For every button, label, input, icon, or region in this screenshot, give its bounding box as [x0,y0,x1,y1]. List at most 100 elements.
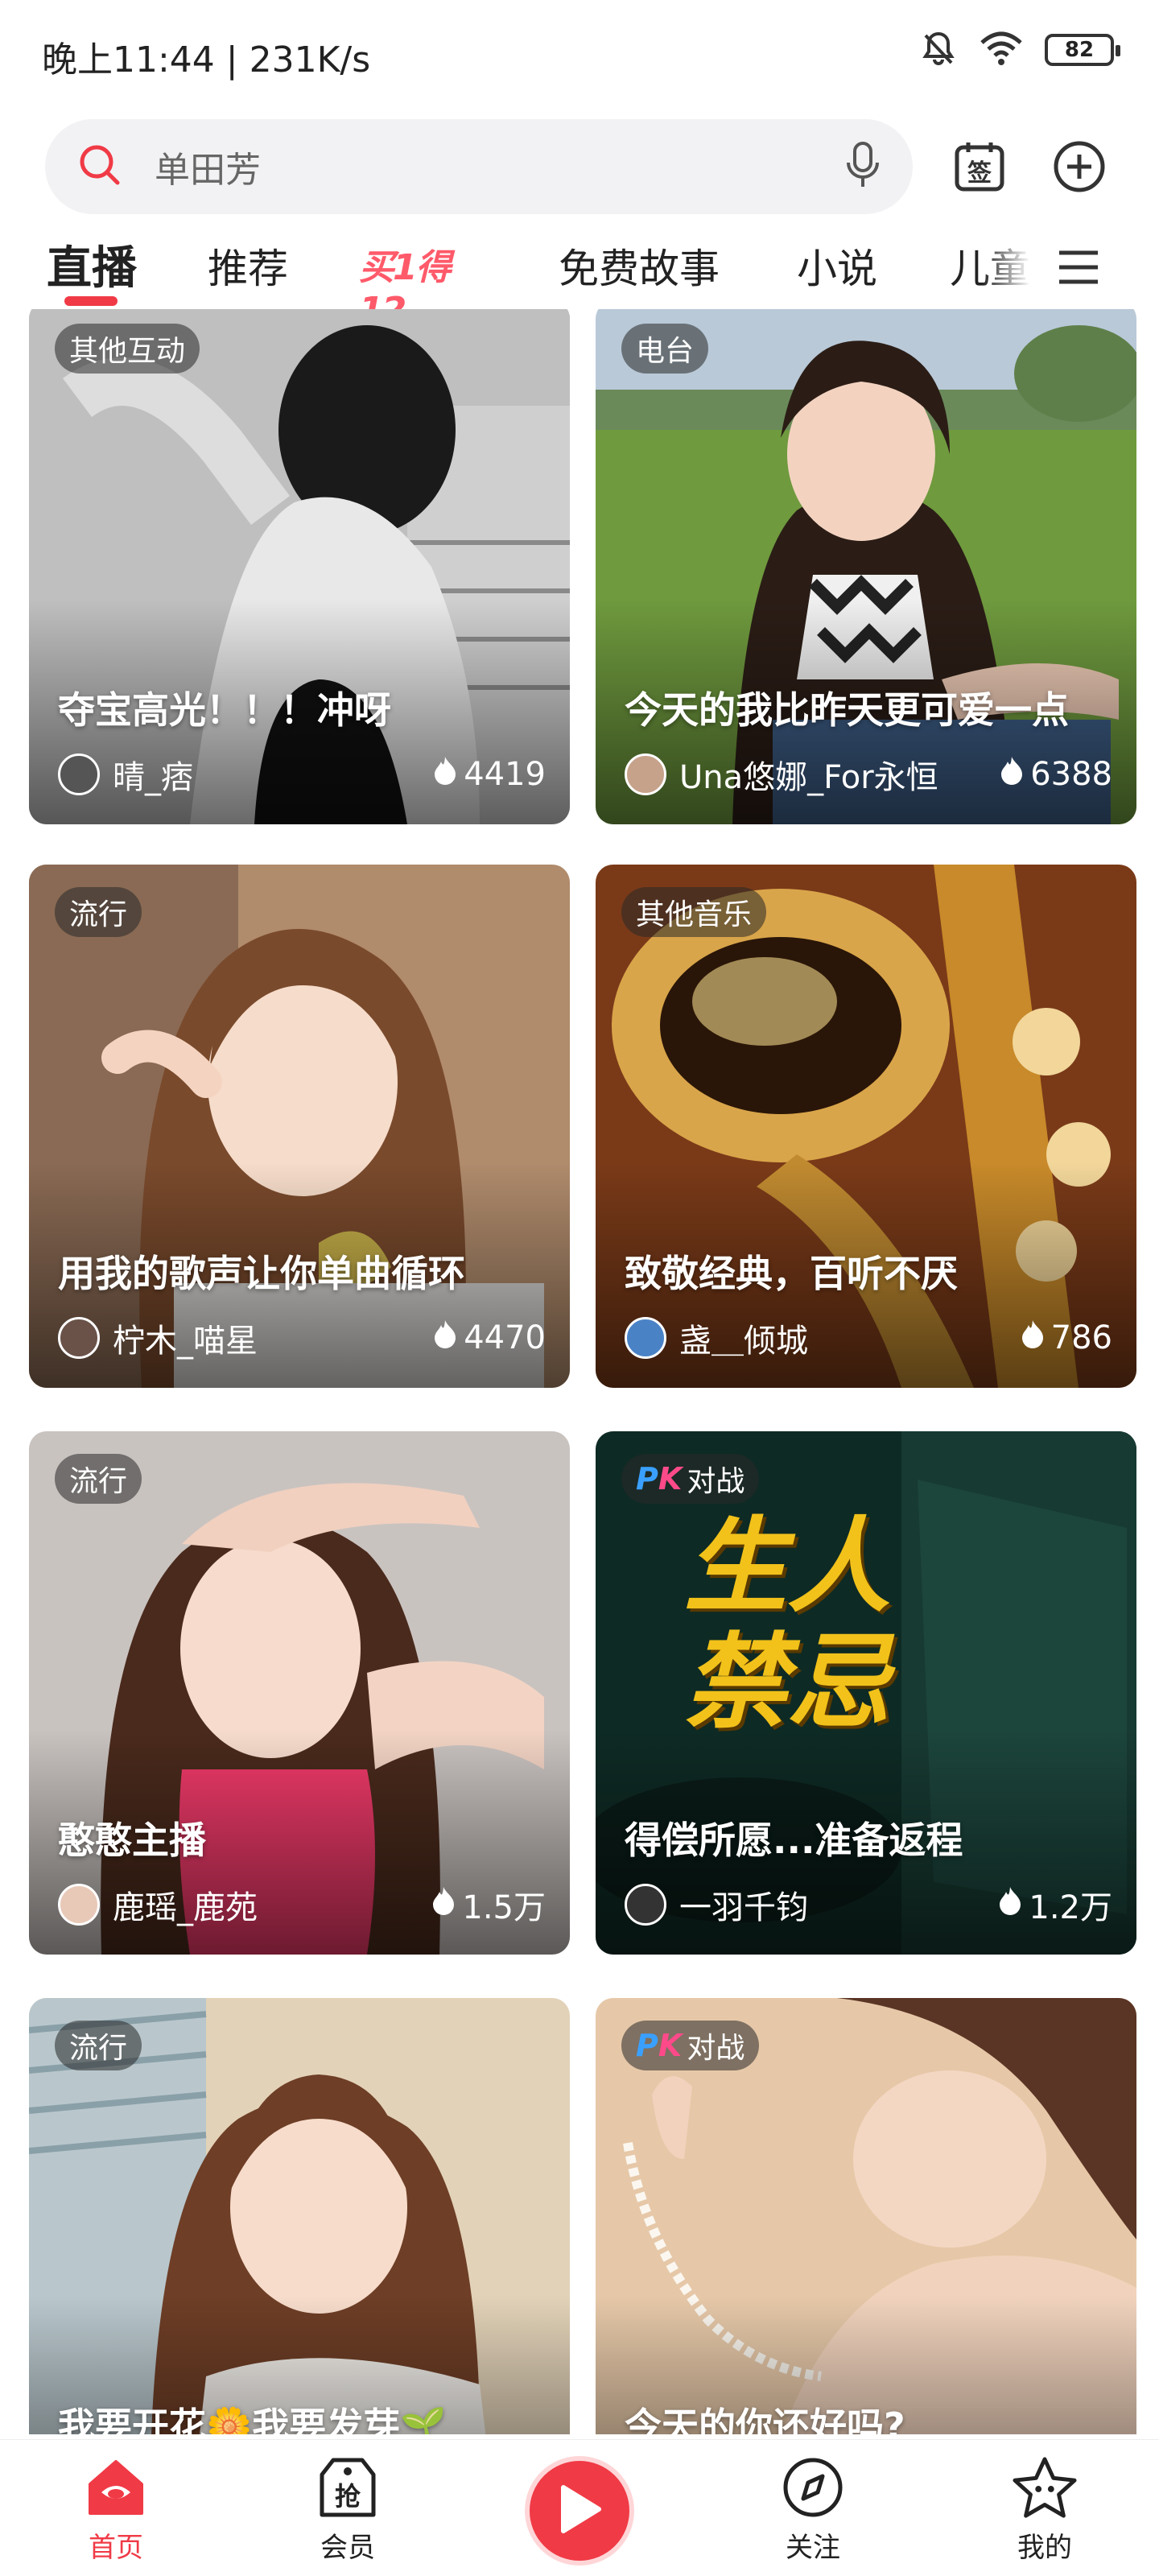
card-category-tag: PK 对战 [621,1454,760,1504]
card-heat-value: 6388 [1030,756,1112,793]
battery-indicator: 82 [1045,34,1120,66]
avatar [58,1317,100,1359]
search-placeholder: 单田芳 [155,150,261,191]
card-heat-value: 1.5万 [462,1889,546,1926]
card-category-tag: 流行 [55,1454,142,1504]
poster-title: 生人禁忌 [684,1506,891,1743]
mute-bell-icon [919,29,958,71]
nav-label: 会员 [320,2532,375,2564]
tab-free-stories[interactable]: 免费故事 [559,237,720,295]
home-icon [83,2454,149,2520]
card-heat-value: 4470 [464,1319,546,1356]
add-icon[interactable] [1050,137,1109,196]
card-category-tag: 流行 [55,2021,142,2070]
flame-icon [998,1885,1022,1924]
card-title: 憨憨主播 [58,1818,206,1862]
card-footer: Una悠娜_For永恒 6388 [625,752,1112,797]
card-heat: 4419 [433,755,546,794]
card-heat-value: 786 [1050,1319,1112,1356]
flame-icon [1021,1319,1045,1357]
pk-icon: PK [636,2028,683,2063]
tab-novels[interactable]: 小说 [797,237,877,295]
flame-icon [431,1885,456,1924]
card-title: 今天的我比昨天更可爱一点 [625,688,1069,732]
svg-text:签: 签 [967,159,992,188]
live-card[interactable]: 其他音乐 致敬经典，百听不厌 盏＿倾城 786 [596,865,1136,1388]
card-title: 我要开花🌼我要发芽🌱 [58,2405,447,2434]
live-room-grid: 其他互动 夺宝高光！！！冲呀 晴_痞 4419 电台 今天的我比昨天更可爱一点 … [0,309,1159,2434]
flame-icon [1000,755,1024,794]
live-card[interactable]: 流行 我要开花🌼我要发芽🌱 [29,1998,570,2434]
card-category-tag: 其他互动 [55,324,200,374]
card-category-tag: 其他音乐 [621,887,767,937]
card-category-tag: 电台 [621,324,709,374]
card-footer: 柠木_喵星 4470 [58,1315,546,1360]
live-card[interactable]: PK 对战 今天的你还好吗? [596,1998,1136,2434]
card-heat: 786 [1021,1319,1112,1357]
svg-text:抢: 抢 [335,2481,361,2512]
status-time: 晚上11:44 | 231K/s [42,39,371,80]
card-heat: 1.2万 [998,1881,1112,1928]
live-card[interactable]: 电台 今天的我比昨天更可爱一点 Una悠娜_For永恒 6388 [596,309,1136,824]
bottom-nav: 首页 抢 会员 关注 我的 [0,2439,1159,2576]
sign-in-calendar-icon[interactable]: 签 [950,137,1009,196]
card-tag-label: 对战 [687,1465,745,1498]
nav-label: 关注 [786,2532,840,2564]
card-footer: 鹿瑶_鹿苑 1.5万 [58,1882,546,1927]
play-icon [555,2483,604,2539]
card-host-name: 晴_痞 [113,759,193,796]
pk-icon: PK [636,1461,683,1496]
flame-icon [433,755,457,794]
status-icons: 82 [919,29,1120,71]
avatar [58,1884,100,1926]
nav-home[interactable]: 首页 [52,2454,180,2575]
microphone-icon[interactable] [845,142,881,192]
star-face-icon [1012,2454,1078,2520]
card-heat-value: 1.2万 [1029,1889,1112,1926]
nav-follow[interactable]: 关注 [749,2454,877,2575]
tab-promo[interactable]: 买1得12 [359,237,488,331]
search-input[interactable]: 单田芳 [45,119,913,214]
card-title: 用我的歌声让你单曲循环 [58,1252,465,1295]
nav-label: 我的 [1017,2532,1072,2564]
card-title: 夺宝高光！！！冲呀 [58,688,391,732]
nav-me[interactable]: 我的 [980,2454,1109,2575]
tab-active-indicator [64,296,118,306]
card-title: 今天的你还好吗? [625,2405,905,2434]
avatar [625,753,666,795]
avatar [625,1884,666,1926]
nav-vip[interactable]: 抢 会员 [283,2454,412,2575]
live-card[interactable]: 流行 憨憨主播 鹿瑶_鹿苑 1.5万 [29,1431,570,1955]
card-category-tag: 流行 [55,887,142,937]
card-footer: 盏＿倾城 786 [625,1315,1112,1360]
card-host-name: Una悠娜_For永恒 [679,759,938,796]
nav-label: 首页 [89,2532,143,2564]
tab-fade [982,225,1030,309]
card-host-name: 鹿瑶_鹿苑 [113,1889,258,1926]
search-row: 单田芳 签 [0,119,1159,214]
tab-live[interactable]: 直播 [47,232,137,297]
grab-tag-icon: 抢 [315,2454,381,2520]
flame-icon [433,1319,457,1357]
card-title: 致敬经典，百听不厌 [625,1252,958,1295]
avatar [58,753,100,795]
tab-recommend[interactable]: 推荐 [208,237,288,295]
live-card[interactable]: 生人禁忌 PK 对战 得偿所愿...准备返程 一羽千钧 1.2万 [596,1431,1136,1955]
search-icon [77,142,122,191]
wifi-icon [979,30,1024,70]
status-bar: 晚上11:44 | 231K/s 82 [0,0,1159,105]
play-button[interactable] [525,2456,634,2566]
card-host-name: 一羽千钧 [679,1889,808,1926]
live-card[interactable]: 流行 用我的歌声让你单曲循环 柠木_喵星 4470 [29,865,570,1388]
menu-icon[interactable] [1054,243,1103,291]
card-heat-value: 4419 [464,756,546,793]
live-card[interactable]: 其他互动 夺宝高光！！！冲呀 晴_痞 4419 [29,309,570,824]
card-category-tag: PK 对战 [621,2021,760,2070]
card-host-name: 盏＿倾城 [679,1323,808,1360]
card-tag-label: 对战 [687,2032,745,2065]
card-title: 得偿所愿...准备返程 [625,1818,963,1862]
card-host-name: 柠木_喵星 [113,1323,258,1360]
card-heat: 1.5万 [431,1881,546,1928]
card-footer: 晴_痞 4419 [58,752,546,797]
card-heat: 4470 [433,1319,546,1357]
